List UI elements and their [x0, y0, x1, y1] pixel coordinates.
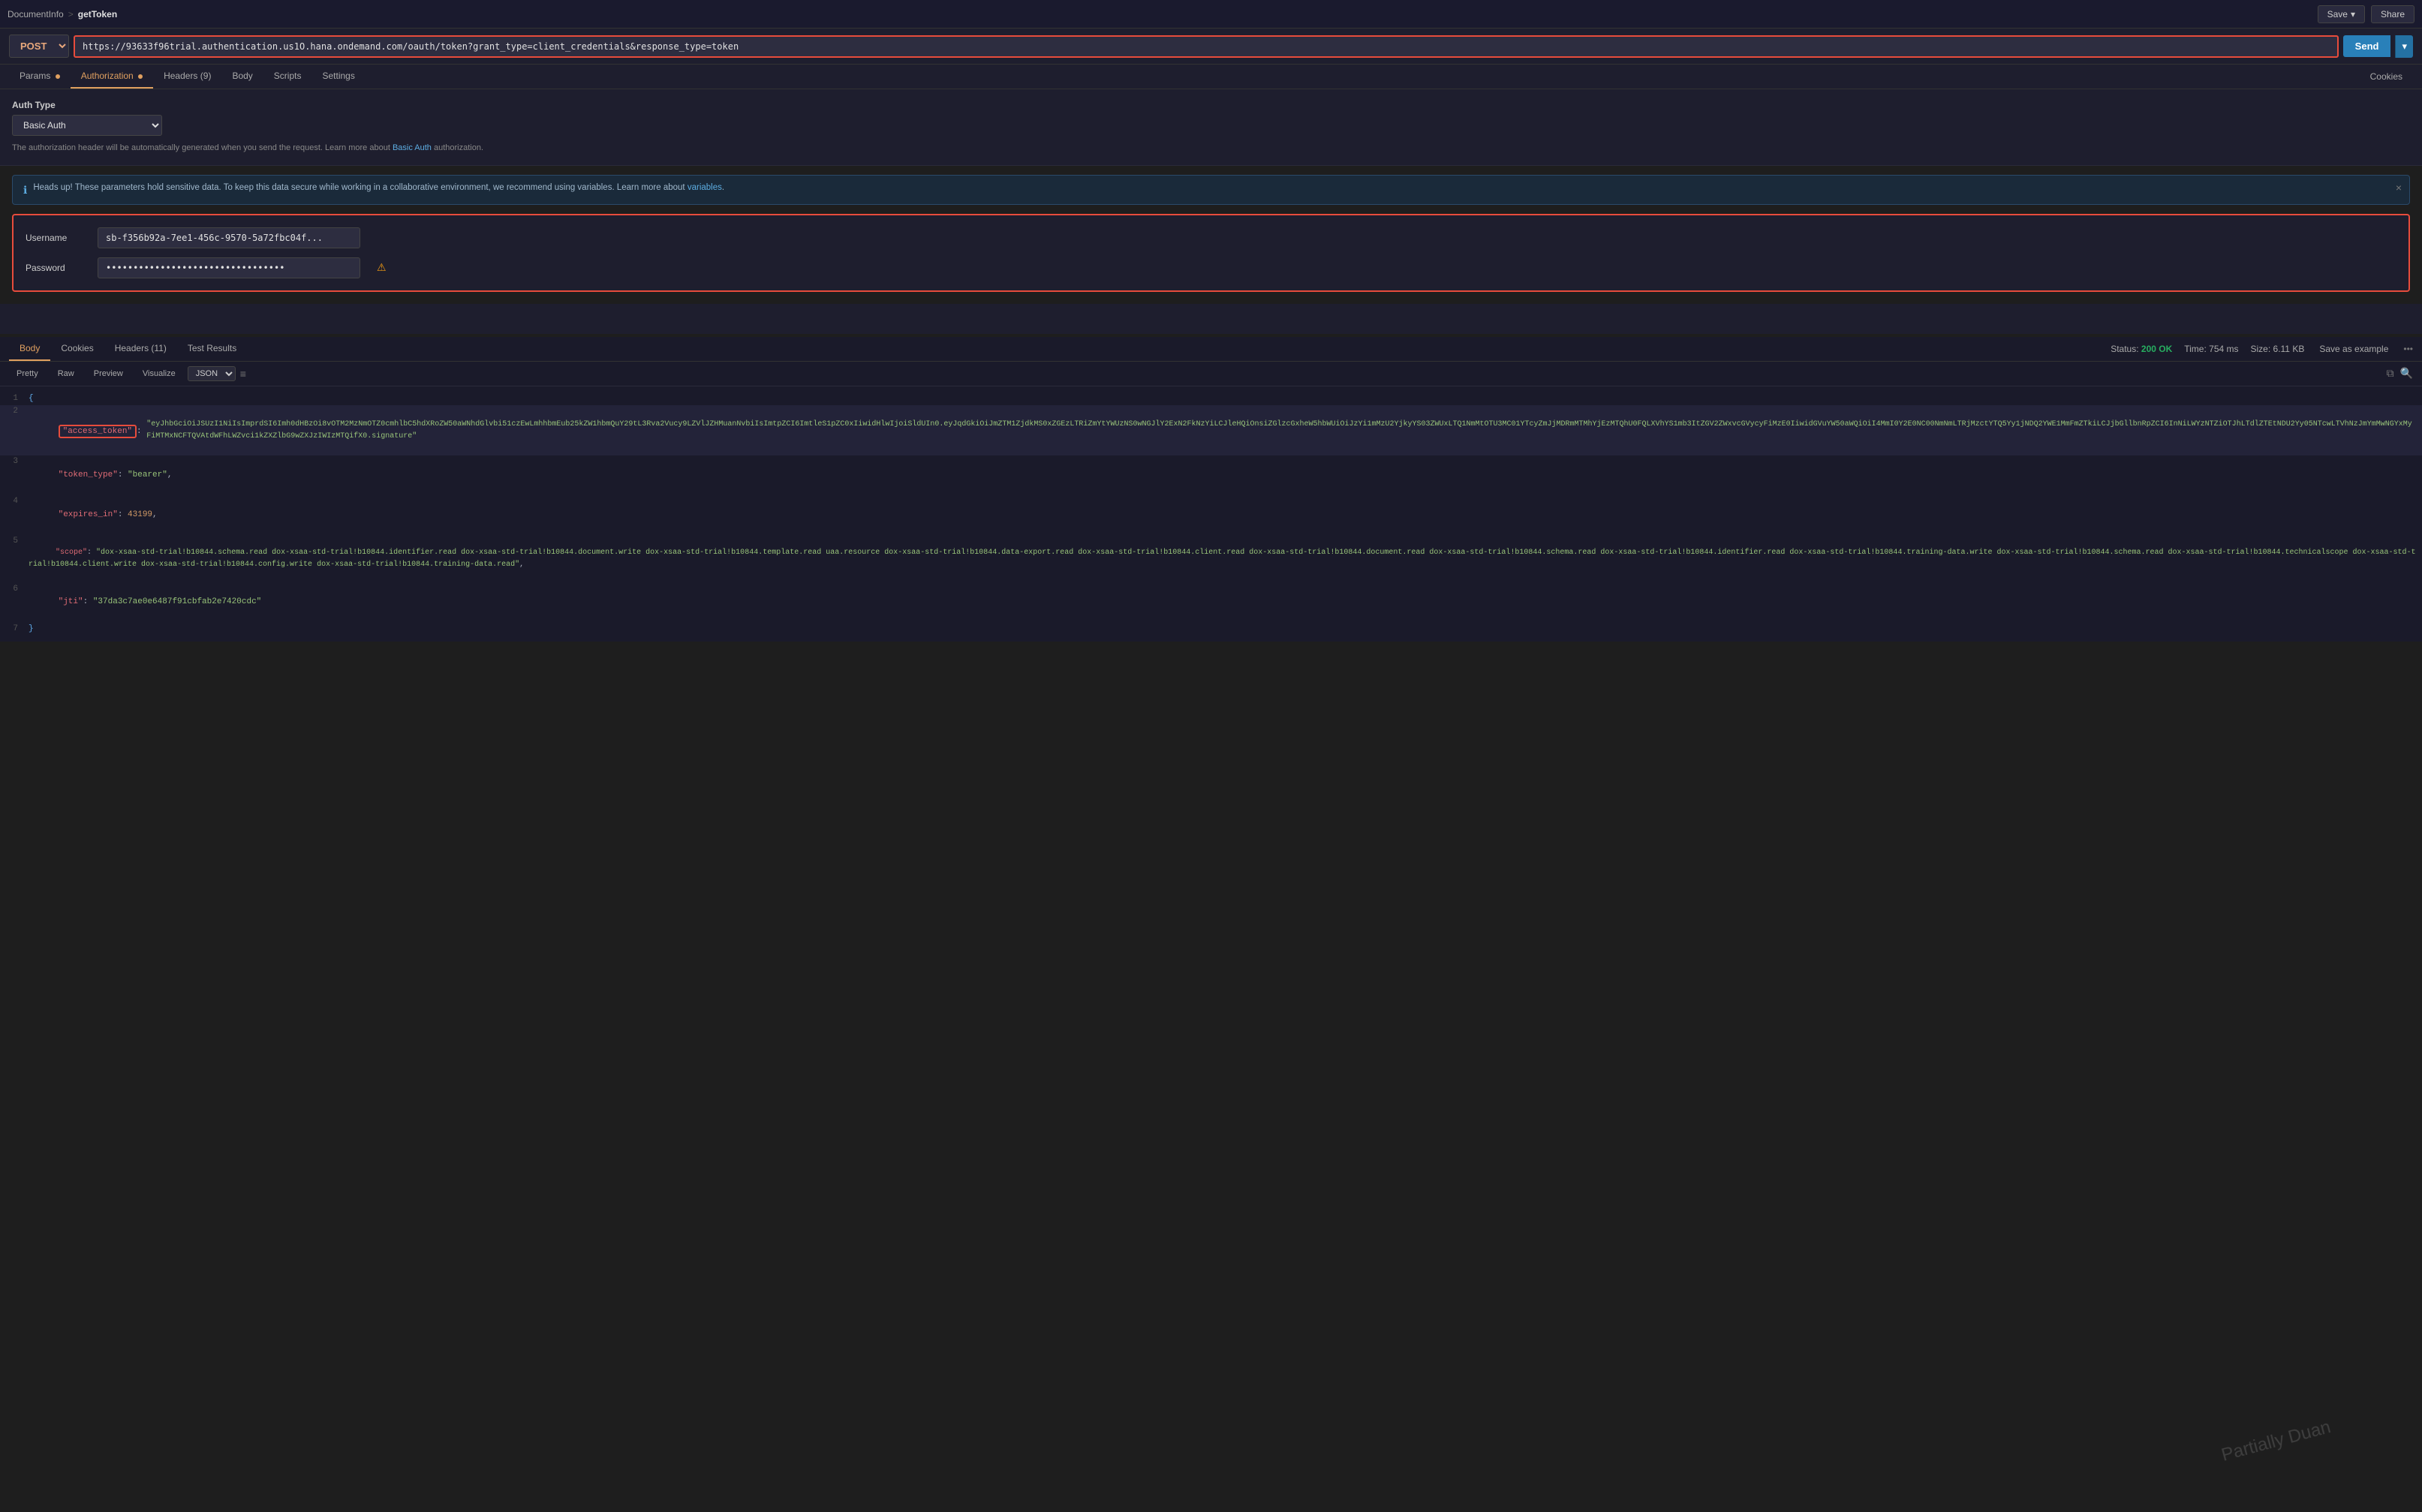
- breadcrumb-separator: >: [68, 9, 74, 20]
- watermark: Partially Duan: [2219, 1417, 2333, 1466]
- code-line-7: 7 }: [0, 623, 2422, 636]
- top-bar-actions: Save ▾ Share: [2318, 5, 2414, 23]
- auth-type-label: Auth Type: [12, 100, 2410, 110]
- cookies-button[interactable]: Cookies: [2360, 65, 2413, 88]
- warning-icon: ⚠: [377, 261, 387, 274]
- tabs-row: Params Authorization Headers (9) Body Sc…: [0, 65, 2422, 89]
- tab-body[interactable]: Body: [221, 65, 263, 89]
- response-tab-headers[interactable]: Headers (11): [104, 337, 177, 361]
- size-label: Size: 6.11 KB: [2251, 344, 2305, 354]
- share-label: Share: [2381, 9, 2405, 20]
- copy-icon[interactable]: ⧉: [2387, 367, 2394, 380]
- close-icon[interactable]: ×: [2396, 182, 2402, 194]
- access-token-key: "access_token": [59, 425, 137, 438]
- more-options-icon[interactable]: •••: [2403, 344, 2413, 354]
- basic-auth-link[interactable]: Basic Auth: [393, 143, 432, 152]
- info-banner: ℹ Heads up! These parameters hold sensit…: [12, 175, 2410, 205]
- credentials-form: Username Password ⚠: [12, 214, 2410, 292]
- format-tab-preview[interactable]: Preview: [86, 367, 131, 380]
- send-button[interactable]: Send: [2343, 35, 2391, 57]
- code-line-1: 1 {: [0, 392, 2422, 406]
- info-icon: ℹ: [23, 184, 27, 197]
- code-area: 1 { 2 "access_token": "eyJhbGciOiJSUzI1N…: [0, 386, 2422, 642]
- save-example-button[interactable]: Save as example: [2316, 341, 2391, 357]
- format-tabs: Pretty Raw Preview Visualize JSON ≡ ⧉ 🔍: [0, 362, 2422, 386]
- save-button[interactable]: Save ▾: [2318, 5, 2365, 23]
- format-tab-raw[interactable]: Raw: [50, 367, 82, 380]
- code-line-2: 2 "access_token": "eyJhbGciOiJSUzI1NiIsI…: [0, 405, 2422, 455]
- cookies-label: Cookies: [2370, 71, 2402, 82]
- url-input[interactable]: [74, 35, 2339, 58]
- response-status: Status: 200 OK Time: 754 ms Size: 6.11 K…: [2111, 341, 2413, 357]
- method-select[interactable]: POST: [9, 35, 69, 58]
- username-label: Username: [26, 233, 86, 243]
- code-line-4: 4 "expires_in": 43199,: [0, 495, 2422, 535]
- tab-settings[interactable]: Settings: [311, 65, 365, 89]
- response-tab-test-results[interactable]: Test Results: [177, 337, 247, 361]
- password-input[interactable]: [98, 257, 360, 278]
- code-line-3: 3 "token_type": "bearer",: [0, 455, 2422, 495]
- code-line-5: 5 "scope": "dox-xsaa-std-trial!b10844.sc…: [0, 535, 2422, 583]
- params-dot: [56, 74, 60, 79]
- top-bar: DocumentInfo > getToken Save ▾ Share: [0, 0, 2422, 29]
- tab-headers[interactable]: Headers (9): [153, 65, 221, 89]
- breadcrumb: DocumentInfo > getToken: [8, 9, 117, 20]
- format-type-select[interactable]: JSON: [188, 366, 236, 381]
- share-button[interactable]: Share: [2371, 5, 2414, 23]
- response-tabs-row: Body Cookies Headers (11) Test Results S…: [0, 337, 2422, 362]
- time-label: Time: 754 ms: [2184, 344, 2238, 354]
- format-menu-icon[interactable]: ≡: [240, 368, 246, 380]
- tab-params[interactable]: Params: [9, 65, 71, 89]
- size-value: 6.11 KB: [2273, 344, 2305, 354]
- save-label: Save: [2327, 9, 2348, 20]
- status-value: 200 OK: [2141, 344, 2172, 354]
- auth-type-select[interactable]: Basic Auth: [12, 115, 162, 136]
- auth-dot: [138, 74, 143, 79]
- time-value: 754 ms: [2209, 344, 2238, 354]
- format-actions: ⧉ 🔍: [2387, 367, 2413, 380]
- response-tab-body[interactable]: Body: [9, 337, 50, 361]
- banner-text: Heads up! These parameters hold sensitiv…: [33, 183, 724, 192]
- username-input[interactable]: [98, 227, 360, 248]
- send-dropdown-button[interactable]: ▾: [2395, 35, 2413, 58]
- format-tab-visualize[interactable]: Visualize: [135, 367, 183, 380]
- access-token-value: "eyJhbGciOiJSUzI1NiIsImprdSI6Imh0dHBzOi8…: [146, 419, 2414, 443]
- send-label: Send: [2355, 41, 2379, 52]
- password-label: Password: [26, 263, 86, 273]
- send-dropdown-icon: ▾: [2402, 41, 2407, 52]
- tab-authorization[interactable]: Authorization: [71, 65, 153, 89]
- status-label: Status: 200 OK: [2111, 344, 2172, 354]
- password-row: Password ⚠: [26, 257, 2396, 278]
- app-name: DocumentInfo: [8, 9, 64, 20]
- search-response-icon[interactable]: 🔍: [2400, 367, 2413, 380]
- format-tab-pretty[interactable]: Pretty: [9, 367, 46, 380]
- username-row: Username: [26, 227, 2396, 248]
- auth-info: The authorization header will be automat…: [12, 142, 2410, 155]
- code-line-6: 6 "jti": "37da3c7ae0e6487f91cbfab2e7420c…: [0, 583, 2422, 623]
- save-example-label: Save as example: [2319, 344, 2388, 354]
- save-arrow-icon: ▾: [2351, 9, 2355, 20]
- variables-link[interactable]: variables: [687, 183, 722, 192]
- response-tab-cookies[interactable]: Cookies: [50, 337, 104, 361]
- page-title: getToken: [78, 9, 117, 20]
- auth-section: Auth Type Basic Auth The authorization h…: [0, 89, 2422, 166]
- tab-scripts[interactable]: Scripts: [263, 65, 312, 89]
- request-bar: POST Send ▾: [0, 29, 2422, 65]
